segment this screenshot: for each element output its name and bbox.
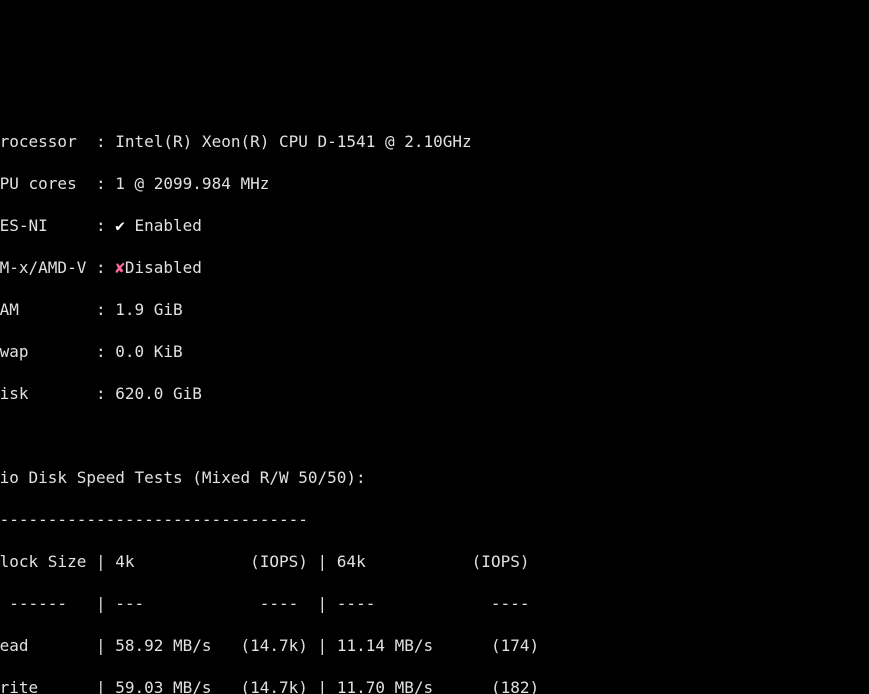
- fio-row-read-1: Read | 58.92 MB/s (14.7k) | 11.14 MB/s (…: [0, 635, 869, 656]
- fio-title: fio Disk Speed Tests (Mixed R/W 50/50):: [0, 467, 869, 488]
- cross-icon: ✘: [115, 258, 125, 277]
- fio-row-write-1: Write | 59.03 MB/s (14.7k) | 11.70 MB/s …: [0, 677, 869, 694]
- sysinfo-cpu-cores: CPU cores : 1 @ 2099.984 MHz: [0, 173, 869, 194]
- fio-subdash-1: ------ | --- ---- | ---- ----: [0, 593, 869, 614]
- fio-header-1: Block Size | 4k (IOPS) | 64k (IOPS): [0, 551, 869, 572]
- sysinfo-disk: Disk : 620.0 GiB: [0, 383, 869, 404]
- sysinfo-aesni: AES-NI : ✔ Enabled: [0, 215, 869, 236]
- terminal-output: Processor : Intel(R) Xeon(R) CPU D-1541 …: [0, 105, 869, 694]
- sysinfo-ram: RAM : 1.9 GiB: [0, 299, 869, 320]
- sysinfo-processor: Processor : Intel(R) Xeon(R) CPU D-1541 …: [0, 131, 869, 152]
- sysinfo-vmx: VM-x/AMD-V : ✘Disabled: [0, 257, 869, 278]
- fio-hr: ---------------------------------: [0, 509, 869, 530]
- check-icon: ✔: [115, 216, 134, 235]
- sysinfo-swap: Swap : 0.0 KiB: [0, 341, 869, 362]
